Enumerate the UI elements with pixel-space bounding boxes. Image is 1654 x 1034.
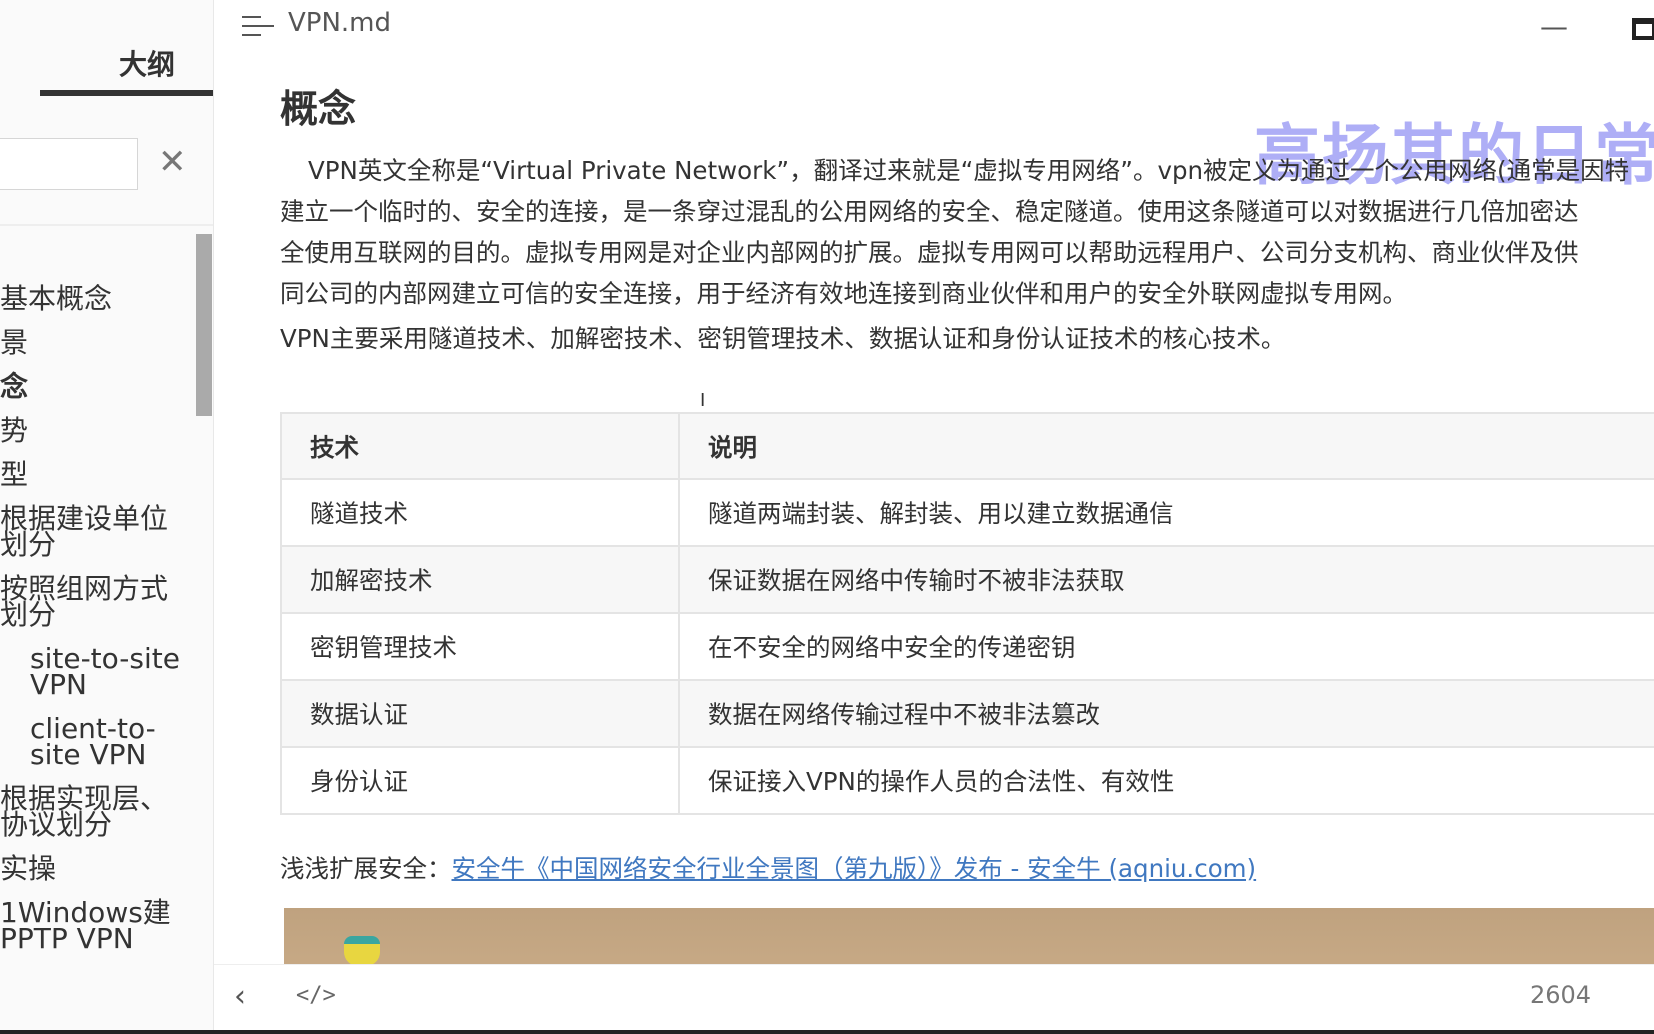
outline-item[interactable]: 念	[0, 373, 190, 401]
table-row: 数据认证 数据在网络传输过程中不被非法篡改	[280, 679, 1654, 748]
outline-item[interactable]: client-to-site VPN	[0, 715, 190, 769]
table-cell: 保证接入VPN的操作人员的合法性、有效性	[678, 746, 1654, 815]
outline-item[interactable]: 实操	[0, 855, 190, 883]
word-count[interactable]: 2604	[1530, 981, 1591, 1009]
technology-table: 技术 说明 隧道技术 隧道两端封装、解封装、用以建立数据通信 加解密技术 保证数…	[280, 412, 1654, 815]
table-cell: 密钥管理技术	[280, 612, 680, 681]
core-tech-paragraph: VPN主要采用隧道技术、加解密技术、密钥管理技术、数据认证和身份认证技术的核心技…	[280, 324, 1286, 353]
paragraph-line: VPN英文全称是“Virtual Private Network”，翻译过来就是…	[308, 156, 1630, 185]
outline-item[interactable]: 基本概念	[0, 285, 190, 313]
outline-item[interactable]: 根据建设单位划分	[0, 505, 190, 559]
sidebar-divider	[0, 224, 213, 226]
table-header: 技术	[280, 412, 680, 480]
section-heading: 概念	[280, 87, 357, 131]
table-row: 加解密技术 保证数据在网络中传输时不被非法获取	[280, 545, 1654, 614]
outline-item[interactable]: 1Windows建PPTP VPN	[0, 899, 190, 953]
table-cell: 加解密技术	[280, 545, 680, 614]
aqniu-logo-icon	[344, 936, 380, 964]
maximize-button[interactable]	[1632, 18, 1654, 40]
outline-item[interactable]: 景	[0, 329, 190, 357]
sidebar-scrollbar[interactable]	[196, 234, 212, 416]
outline-item[interactable]: site-to-site VPN	[0, 645, 190, 699]
table-row: 身份认证 保证接入VPN的操作人员的合法性、有效性	[280, 746, 1654, 815]
outline-item[interactable]: 势	[0, 417, 190, 445]
outline-item[interactable]: 型	[0, 461, 190, 489]
paragraph-line: 全使用互联网的目的。虚拟专用网是对企业内部网的扩展。虚拟专用网可以帮助远程用户、…	[280, 238, 1579, 267]
paragraph-line: 同公司的内部网建立可信的安全连接，用于经济有效地连接到商业伙伴和用户的安全外联网…	[280, 279, 1407, 308]
intro-paragraph: VPN英文全称是“Virtual Private Network”，翻译过来就是…	[280, 150, 1654, 314]
outline-search-input[interactable]	[0, 138, 138, 190]
outline-list: 基本概念景念势型根据建设单位划分 按照组网方式划分 site-to-site VPN…	[0, 285, 190, 970]
table-cell: 数据在网络传输过程中不被非法篡改	[678, 679, 1654, 748]
outline-item[interactable]: 根据实现层、协议划分	[0, 785, 190, 839]
close-icon[interactable]: ✕	[158, 140, 187, 184]
chevron-left-icon[interactable]: ‹	[234, 979, 246, 1014]
table-row: 隧道技术 隧道两端封装、解封装、用以建立数据通信	[280, 478, 1654, 547]
extension-line: 浅浅扩展安全：安全牛《中国网络安全行业全景图（第九版）》发布 - 安全牛 (aq…	[280, 850, 1256, 885]
outline-sidebar: 大纲 ✕ 基本概念景念势型根据建设单位划分 按照组网方式划分 site-to-sit…	[0, 0, 214, 1030]
table-cell: 隧道两端封装、解封装、用以建立数据通信	[678, 478, 1654, 547]
title-bar: VPN.md —	[214, 0, 1654, 54]
table-cell: 身份认证	[280, 746, 680, 815]
outline-item[interactable]: 按照组网方式划分	[0, 575, 190, 629]
embedded-image	[284, 908, 1654, 964]
table-cell: 保证数据在网络中传输时不被非法获取	[678, 545, 1654, 614]
table-cell: 数据认证	[280, 679, 680, 748]
table-row: 密钥管理技术 在不安全的网络中安全的传递密钥	[280, 612, 1654, 681]
document-title: VPN.md	[288, 8, 392, 38]
table-cell: 在不安全的网络中安全的传递密钥	[678, 612, 1654, 681]
table-header-row: 技术 说明	[280, 412, 1654, 480]
status-bar: ‹ </> 2604	[214, 964, 1654, 1030]
text-cursor-icon: I	[700, 390, 706, 411]
table-header: 说明	[678, 412, 1654, 480]
paragraph-line: 建立一个临时的、安全的连接，是一条穿过混乱的公用网络的安全、稳定隧道。使用这条隧…	[280, 197, 1579, 226]
table-cell: 隧道技术	[280, 478, 680, 547]
minimize-button[interactable]: —	[1540, 10, 1568, 43]
source-code-icon[interactable]: </>	[296, 983, 336, 1008]
outline-tab[interactable]: 大纲	[40, 40, 213, 96]
window-bottom-border	[0, 1030, 1654, 1034]
editor-content[interactable]: 概念 高扬其的日常练 VPN英文全称是“Virtual Private Netw…	[214, 54, 1654, 964]
menu-icon[interactable]	[242, 16, 274, 38]
extension-label: 浅浅扩展安全：	[280, 854, 452, 883]
aqniu-link[interactable]: 安全牛《中国网络安全行业全景图（第九版）》发布 - 安全牛 (aqniu.com…	[452, 854, 1257, 883]
